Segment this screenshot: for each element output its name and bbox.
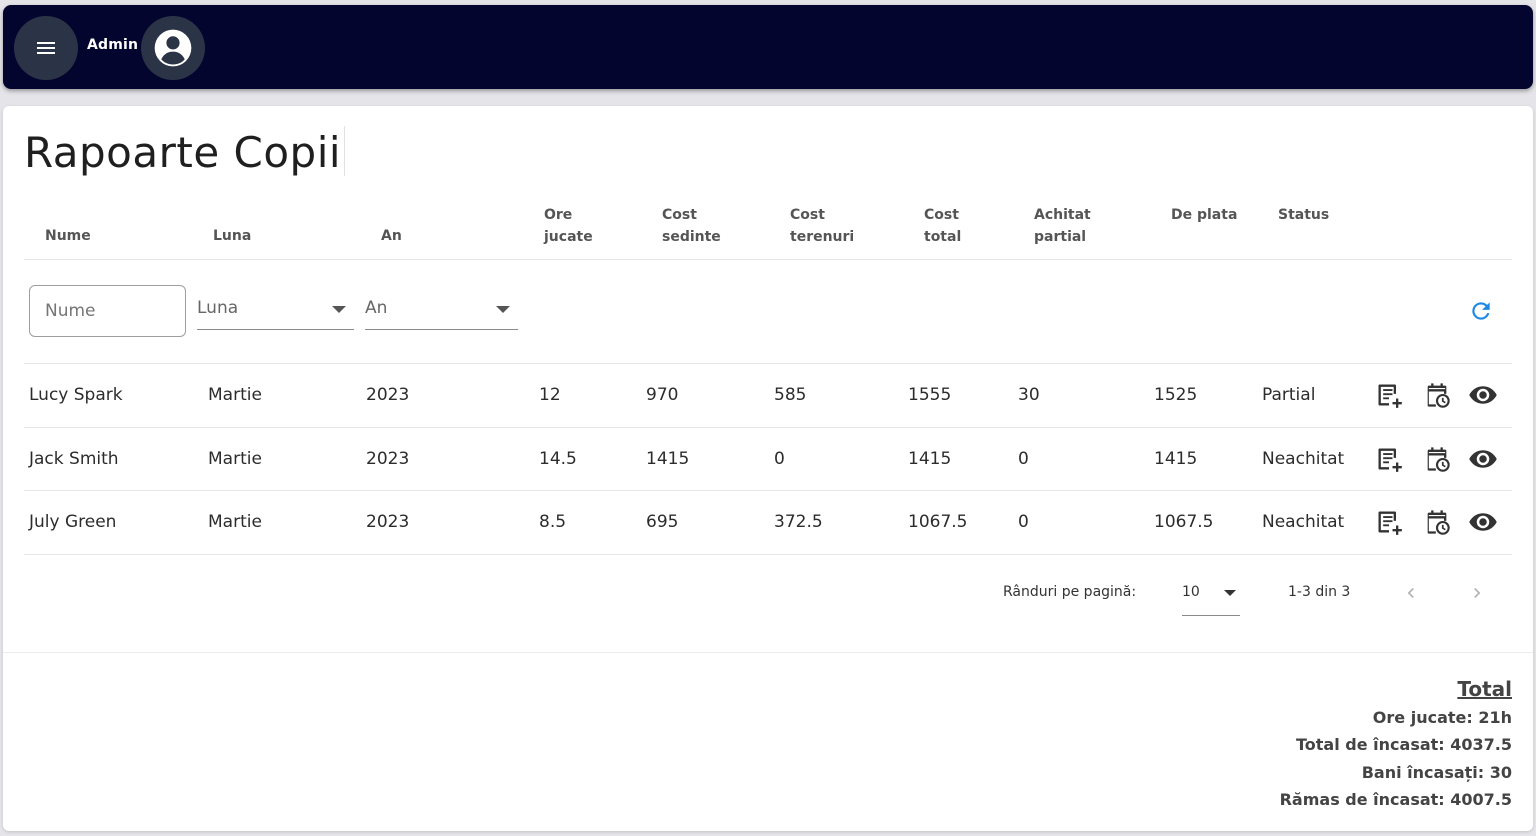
chevron-down-icon <box>496 306 510 313</box>
cell-an: 2023 <box>366 385 410 405</box>
cell-ore-jucate: 14.5 <box>539 448 577 469</box>
schedule-button[interactable] <box>1422 380 1452 410</box>
account-circle-icon <box>154 29 192 67</box>
column-header-cost-terenuri[interactable]: Cost terenuri <box>790 204 880 248</box>
chevron-down-icon <box>1224 590 1236 596</box>
column-header-ore-jucate[interactable]: Ore jucate <box>544 204 634 248</box>
cell-luna: Martie <box>208 512 262 532</box>
add-note-icon <box>1378 448 1402 472</box>
filter-row: Luna An <box>24 260 1512 364</box>
cell-achitat-partial: 30 <box>1018 385 1040 405</box>
pagination: Rânduri pe pagină: 10 1-3 din 3 <box>24 556 1512 626</box>
totals-title: Total <box>1457 677 1512 701</box>
view-button[interactable] <box>1468 444 1498 474</box>
refresh-button[interactable] <box>1466 296 1496 326</box>
cell-cost-terenuri: 585 <box>774 385 807 405</box>
view-button[interactable] <box>1468 380 1498 410</box>
reports-card: Rapoarte Copii Nume Luna An Ore jucate Co… <box>3 106 1533 831</box>
cell-nume: July Green <box>29 512 117 532</box>
cell-de-plata: 1415 <box>1154 448 1198 469</box>
cell-luna: Martie <box>208 448 262 469</box>
total-remaining: Rămas de încasat: 4007.5 <box>1279 789 1512 809</box>
column-header-cost-total[interactable]: Cost total <box>924 204 1014 248</box>
table-row: July Green Martie 2023 8.5 695 372.5 106… <box>24 491 1512 555</box>
rows-per-page-label: Rânduri pe pagină: <box>1003 584 1137 600</box>
cell-status: Neachitat <box>1262 512 1345 532</box>
menu-icon <box>37 42 55 54</box>
cell-an: 2023 <box>366 448 410 469</box>
rows-per-page-value: 10 <box>1182 584 1200 600</box>
schedule-button[interactable] <box>1422 507 1452 537</box>
cell-nume: Jack Smith <box>29 448 119 469</box>
cell-status: Neachitat <box>1262 448 1345 469</box>
cell-cost-terenuri: 0 <box>774 448 785 469</box>
cell-cost-total: 1415 <box>908 448 952 469</box>
eye-icon <box>1469 513 1497 531</box>
cell-cost-sedinte: 1415 <box>646 448 690 469</box>
calendar-clock-icon <box>1427 510 1450 535</box>
rows-per-page-select[interactable]: 10 <box>1182 576 1240 616</box>
refresh-icon <box>1472 302 1490 320</box>
totals-summary: Total Ore jucate: 21h Total de încasat: … <box>1280 676 1512 813</box>
month-filter-label: Luna <box>197 298 239 318</box>
cell-cost-sedinte: 970 <box>646 385 679 405</box>
cell-an: 2023 <box>366 512 410 532</box>
calendar-clock-icon <box>1427 383 1450 408</box>
column-header-achitat-partial[interactable]: Achitat partial <box>1034 204 1124 248</box>
cell-de-plata: 1067.5 <box>1154 512 1214 532</box>
eye-icon <box>1469 386 1497 404</box>
column-header-status[interactable]: Status <box>1278 204 1368 226</box>
next-page-button[interactable] <box>1462 578 1492 608</box>
title-divider <box>344 126 345 176</box>
cell-nume: Lucy Spark <box>29 385 123 405</box>
page-title: Rapoarte Copii <box>24 128 342 177</box>
app-bar: Admin <box>3 5 1533 89</box>
account-button[interactable] <box>141 16 205 80</box>
name-filter-input[interactable] <box>29 285 186 337</box>
cell-achitat-partial: 0 <box>1018 512 1029 532</box>
add-note-button[interactable] <box>1374 444 1404 474</box>
add-note-button[interactable] <box>1374 380 1404 410</box>
cell-cost-total: 1555 <box>908 385 952 405</box>
cell-luna: Martie <box>208 385 262 405</box>
chevron-left-icon <box>1407 588 1414 598</box>
table-row: Lucy Spark Martie 2023 12 970 585 1555 3… <box>24 364 1512 428</box>
column-header-cost-sedinte[interactable]: Cost sedinte <box>662 204 752 248</box>
total-to-collect: Total de încasat: 4037.5 <box>1296 735 1512 755</box>
year-filter-label: An <box>365 298 388 318</box>
cell-achitat-partial: 0 <box>1018 448 1029 469</box>
cell-de-plata: 1525 <box>1154 385 1198 405</box>
footer-divider <box>3 652 1533 653</box>
schedule-button[interactable] <box>1422 444 1452 474</box>
user-label: Admin <box>87 37 139 53</box>
cell-status: Partial <box>1262 385 1316 405</box>
cell-cost-terenuri: 372.5 <box>774 512 823 532</box>
column-header-de-plata[interactable]: De plata <box>1171 204 1261 226</box>
table-header: Nume Luna An Ore jucate Cost sedinte Cost t… <box>24 204 1512 260</box>
column-header-nume[interactable]: Nume <box>45 225 135 247</box>
cell-cost-sedinte: 695 <box>646 512 679 532</box>
menu-button[interactable] <box>14 16 78 80</box>
column-header-an[interactable]: An <box>381 225 471 247</box>
column-header-luna[interactable]: Luna <box>213 225 303 247</box>
total-collected: Bani încasați: 30 <box>1361 762 1512 782</box>
add-note-icon <box>1378 384 1402 408</box>
table-body: Lucy Spark Martie 2023 12 970 585 1555 3… <box>24 364 1512 555</box>
chevron-down-icon <box>332 306 346 313</box>
page-range-text: 1-3 din 3 <box>1288 584 1351 600</box>
calendar-clock-icon <box>1427 446 1450 472</box>
table-row: Jack Smith Martie 2023 14.5 1415 0 1415 … <box>24 428 1512 491</box>
view-button[interactable] <box>1468 507 1498 537</box>
total-hours-played: Ore jucate: 21h <box>1372 708 1512 727</box>
month-filter-select[interactable]: Luna <box>197 290 354 330</box>
chevron-right-icon <box>1474 588 1481 598</box>
add-note-icon <box>1378 511 1402 535</box>
eye-icon <box>1469 449 1497 468</box>
previous-page-button[interactable] <box>1396 578 1426 608</box>
add-note-button[interactable] <box>1374 507 1404 537</box>
cell-ore-jucate: 12 <box>539 385 561 405</box>
cell-ore-jucate: 8.5 <box>539 512 567 532</box>
cell-cost-total: 1067.5 <box>908 512 968 532</box>
year-filter-select[interactable]: An <box>365 290 518 330</box>
